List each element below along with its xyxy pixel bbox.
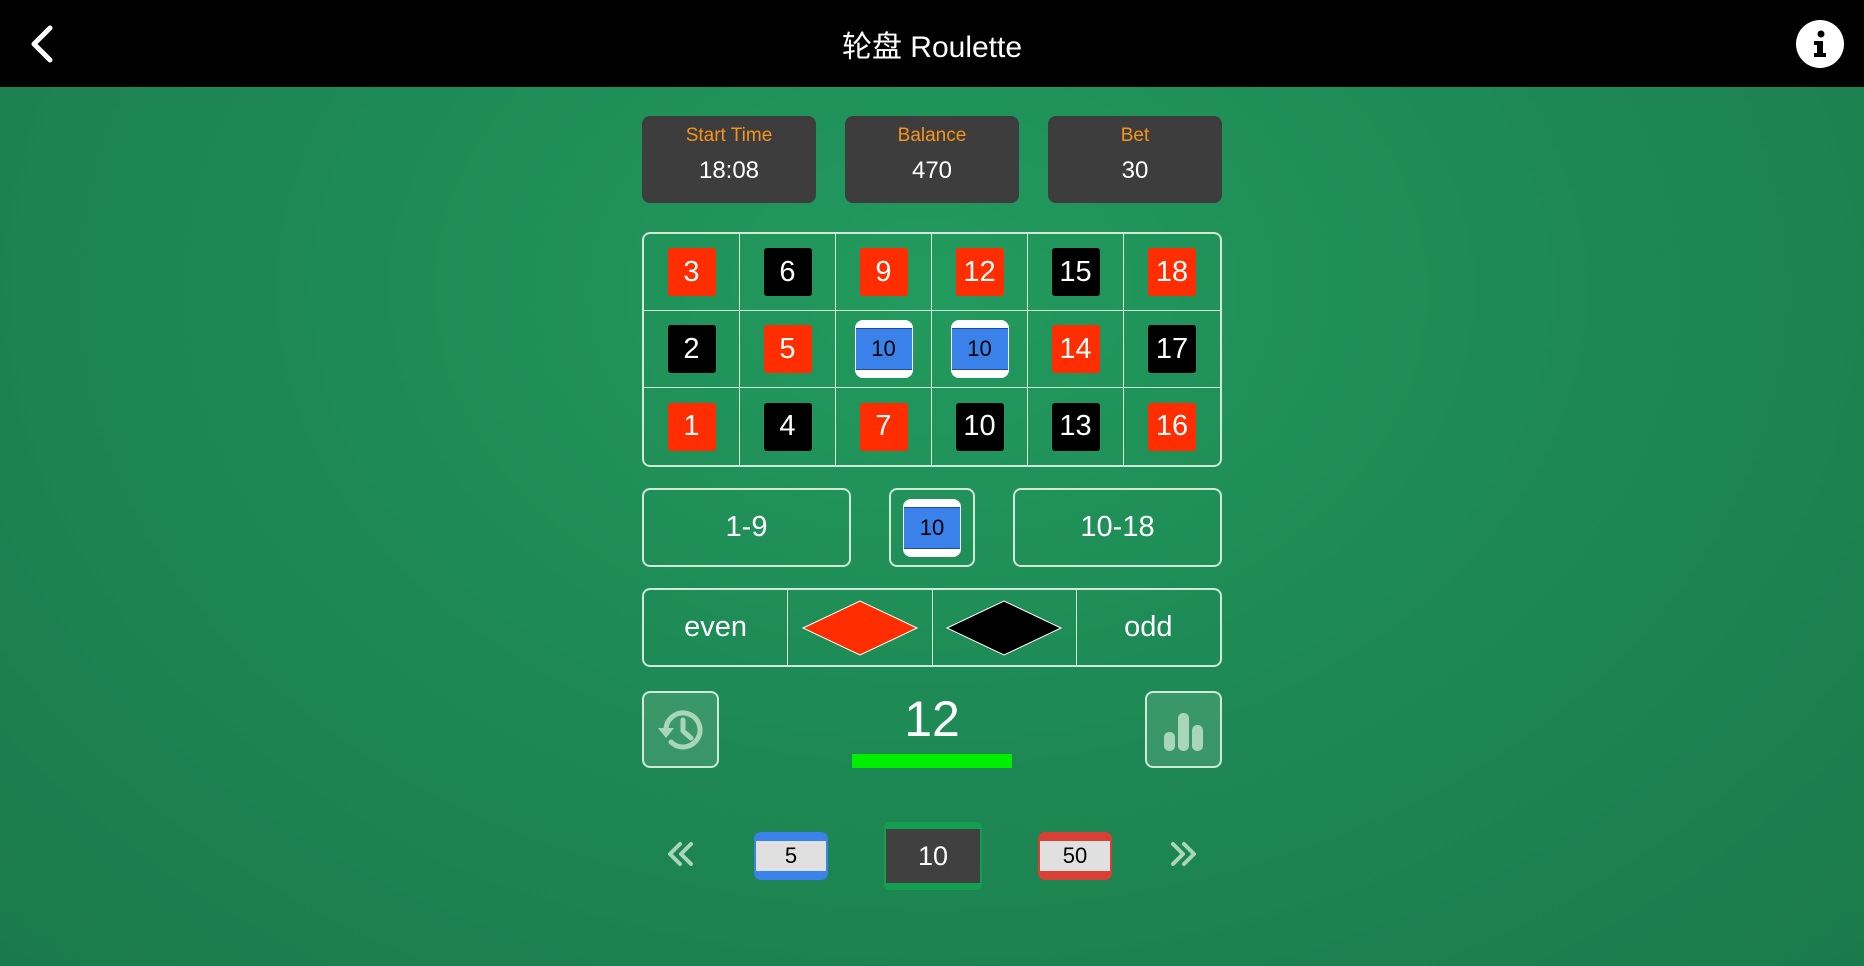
board-cell-12[interactable]: 12 (932, 234, 1028, 311)
double-chevron-left-icon (668, 842, 693, 866)
board-cell-3[interactable]: 3 (644, 234, 740, 311)
board-cell-7[interactable]: 7 (836, 388, 932, 465)
range-low-label: 1-9 (725, 511, 768, 543)
placed-chip-value: 10 (855, 328, 912, 370)
bet-range-high[interactable]: 10-18 (1013, 488, 1222, 567)
board-cell-18[interactable]: 18 (1124, 234, 1220, 311)
number-12: 12 (955, 248, 1004, 296)
board-cell-9[interactable]: 9 (836, 234, 932, 311)
placed-chip: 10 (950, 320, 1009, 378)
number-10: 10 (955, 402, 1004, 451)
odd-label: odd (1124, 611, 1173, 643)
number-17: 17 (1148, 325, 1196, 373)
number-7: 7 (859, 402, 908, 451)
bar-chart-icon (1163, 712, 1203, 751)
board-cell-2[interactable]: 2 (644, 311, 740, 388)
bet-value: 30 (1121, 157, 1149, 184)
black-diamond-icon (945, 599, 1063, 656)
number-9: 9 (859, 248, 908, 296)
number-1: 1 (667, 402, 716, 451)
number-board: 3 6 9 12 15 18 2 5 10 10 14 17 1 4 7 10 13 16 (642, 232, 1222, 467)
board-cell-5[interactable]: 5 (740, 311, 836, 388)
outside-bets: even odd (642, 588, 1222, 667)
bet-red[interactable] (788, 590, 933, 665)
result-indicator-bar (852, 754, 1012, 768)
chip-50[interactable]: 50 (1038, 832, 1112, 880)
number-15: 15 (1051, 248, 1100, 296)
board-cell-with-chip[interactable]: 10 (932, 311, 1028, 388)
board-cell-13[interactable]: 13 (1028, 388, 1124, 465)
double-chevron-right-icon (1171, 842, 1196, 866)
start-time-label: Start Time (685, 125, 773, 146)
red-diamond-icon (801, 599, 919, 656)
start-time-panel: Start Time 18:08 (642, 116, 816, 203)
board-cell-17[interactable]: 17 (1124, 311, 1220, 388)
number-4: 4 (763, 402, 812, 451)
placed-chip: 10 (903, 498, 961, 557)
placed-chip-value: 10 (951, 328, 1008, 370)
page-title: 轮盘 Roulette (841, 30, 1023, 64)
board-cell-16[interactable]: 16 (1124, 388, 1220, 465)
number-16: 16 (1148, 402, 1196, 451)
bet-black[interactable] (933, 590, 1077, 665)
number-14: 14 (1051, 325, 1100, 373)
board-cell-15[interactable]: 15 (1028, 234, 1124, 311)
back-button[interactable] (26, 24, 58, 64)
start-time-value: 18:08 (698, 157, 760, 184)
stats-button[interactable] (1145, 691, 1222, 768)
number-5: 5 (763, 325, 812, 373)
board-cell-6[interactable]: 6 (740, 234, 836, 311)
chip-5[interactable]: 5 (754, 832, 828, 880)
bet-range-middle[interactable]: 10 (889, 488, 975, 567)
balance-label: Balance (897, 125, 967, 146)
board-cell-4[interactable]: 4 (740, 388, 836, 465)
placed-chip: 10 (854, 320, 913, 378)
number-6: 6 (763, 248, 812, 296)
history-icon (657, 709, 702, 749)
chip-50-value: 50 (1040, 841, 1110, 871)
range-high-label: 10-18 (1080, 511, 1155, 543)
bet-label: Bet (1120, 125, 1150, 146)
number-13: 13 (1051, 402, 1100, 451)
bet-panel: Bet 30 (1048, 116, 1222, 203)
number-2: 2 (667, 325, 716, 373)
chip-next-button[interactable] (1164, 836, 1204, 872)
chip-10-selected[interactable]: 10 (884, 822, 982, 890)
info-button[interactable] (1796, 20, 1844, 68)
number-18: 18 (1148, 248, 1196, 296)
chip-10-value: 10 (886, 829, 980, 883)
balance-value: 470 (911, 157, 953, 184)
chip-5-value: 5 (756, 841, 826, 871)
chevron-left-icon (31, 25, 53, 63)
even-label: even (684, 611, 748, 643)
bet-even[interactable]: even (644, 590, 789, 665)
chip-prev-button[interactable] (660, 836, 700, 872)
placed-chip-value: 10 (904, 506, 960, 549)
info-icon (1814, 30, 1826, 57)
history-button[interactable] (642, 691, 719, 768)
board-cell-10[interactable]: 10 (932, 388, 1028, 465)
board-cell-1[interactable]: 1 (644, 388, 740, 465)
balance-panel: Balance 470 (845, 116, 1019, 203)
bet-range-low[interactable]: 1-9 (642, 488, 851, 567)
board-cell-with-chip[interactable]: 10 (836, 311, 932, 388)
board-cell-14[interactable]: 14 (1028, 311, 1124, 388)
top-bar: 轮盘 Roulette (0, 0, 1864, 87)
number-3: 3 (667, 248, 716, 296)
result-number: 12 (904, 691, 960, 747)
bet-odd[interactable]: odd (1077, 590, 1220, 665)
